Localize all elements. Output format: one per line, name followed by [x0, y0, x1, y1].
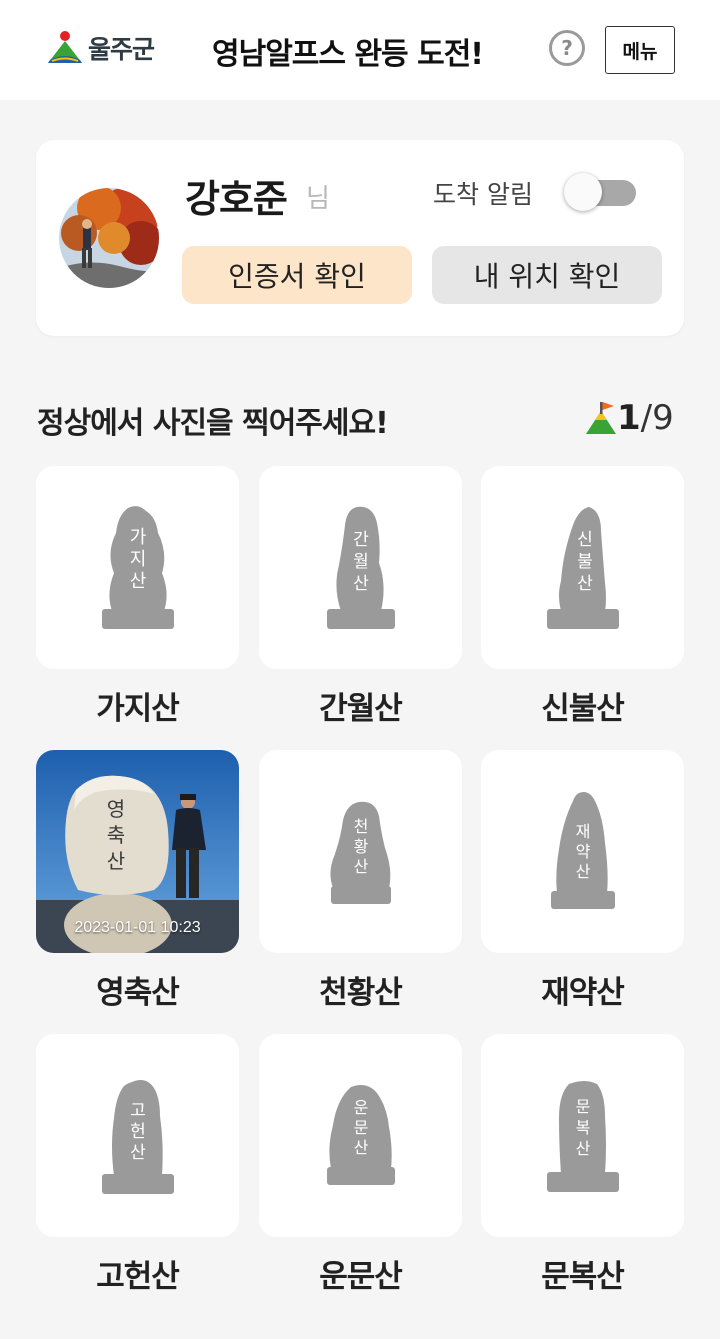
mountain-photo-tile[interactable]: 영 축 산 2023-01-01 10:23: [36, 750, 239, 953]
avatar-photo: [59, 188, 159, 288]
stone-char: 간: [353, 530, 369, 550]
summit-stone-icon: 가 지 산: [101, 505, 174, 629]
summit-stone-icon: 운 문 산: [326, 1084, 395, 1185]
stone-char: 월: [353, 552, 369, 572]
mountain-cell-unmunsan[interactable]: 운 문 산 운문산: [259, 1034, 462, 1296]
mountain-tile[interactable]: 운 문 산: [259, 1034, 462, 1237]
stone-char: 축: [107, 823, 125, 847]
stone-char: 복: [575, 1118, 590, 1137]
summit-stone-icon: 간 월 산: [326, 506, 395, 629]
mountain-name: 천황산: [319, 975, 403, 1011]
mountain-cell-ganwolsan[interactable]: 간 월 산 간월산: [259, 466, 462, 728]
mountain-cell-gajisan[interactable]: 가 지 산 가지산: [36, 466, 239, 728]
mountain-cell-cheonhwangsan[interactable]: 천 황 산 천황산: [259, 750, 462, 1012]
total-count: 9: [652, 398, 674, 438]
stone-char: 산: [107, 849, 125, 873]
certificate-button[interactable]: 인증서 확인: [182, 246, 412, 304]
stone-char: 산: [575, 1139, 590, 1158]
mountain-tile[interactable]: 고 헌 산: [36, 1034, 239, 1237]
mountain-name: 신불산: [541, 691, 625, 727]
mountain-cell-sinbulsan[interactable]: 신 불 산 신불산: [481, 466, 684, 728]
arrival-alert-toggle[interactable]: [564, 173, 636, 211]
stone-char: 신: [577, 530, 593, 550]
photo-timestamp: 2023-01-01 10:23: [74, 919, 201, 936]
mountain-name: 고헌산: [96, 1259, 180, 1295]
stone-char: 산: [577, 574, 593, 594]
stone-char: 산: [353, 574, 369, 594]
mountain-name: 문복산: [541, 1259, 625, 1295]
mountain-tile[interactable]: 간 월 산: [259, 466, 462, 669]
completed-count: 1: [617, 398, 641, 438]
menu-button[interactable]: 메뉴: [605, 26, 675, 74]
ulju-logo[interactable]: 울주군: [46, 30, 155, 66]
completion-progress: 1/9: [585, 398, 674, 438]
mountain-grid: 가 지 산 가지산 간 월 산 간월산 신 불 산 신불산 영 축 산 2023…: [36, 466, 684, 1316]
app-header: 울주군 영남알프스 완등 도전! ? 메뉴: [0, 0, 720, 100]
user-name: 강호준: [185, 177, 288, 221]
stone-char: 가: [129, 527, 146, 548]
stone-char: 지: [129, 549, 146, 570]
stone-char: 불: [577, 552, 593, 572]
photo-prompt: 정상에서 사진을 찍어주세요!: [37, 406, 389, 441]
help-button[interactable]: ?: [549, 30, 585, 66]
mountain-name: 가지산: [96, 691, 180, 727]
logo-text: 울주군: [88, 35, 155, 64]
mountain-name: 영축산: [96, 975, 180, 1011]
toggle-knob: [564, 173, 602, 211]
summit-flag-icon: [586, 402, 616, 434]
mountain-tile[interactable]: 문 복 산: [481, 1034, 684, 1237]
stone-char: 산: [353, 857, 368, 876]
stone-char: 재: [575, 822, 590, 841]
stone-char: 황: [353, 837, 368, 856]
summit-stone-icon: 고 헌 산: [101, 1079, 174, 1194]
stone-char: 영: [107, 797, 125, 821]
summit-stone-icon: 문 복 산: [546, 1080, 619, 1192]
ulju-mountain-logo-icon: [48, 31, 82, 63]
stone-char: 산: [353, 1138, 368, 1157]
mountain-tile[interactable]: 신 불 산: [481, 466, 684, 669]
mountain-tile[interactable]: 재 약 산: [481, 750, 684, 953]
stone-char: 운: [353, 1098, 368, 1117]
summit-stone-icon: 신 불 산: [546, 506, 619, 629]
mountain-name: 운문산: [319, 1259, 403, 1295]
progress-separator: /: [640, 398, 653, 438]
mountain-cell-goheonsan[interactable]: 고 헌 산 고헌산: [36, 1034, 239, 1296]
question-circle-icon: ?: [561, 36, 573, 60]
mountain-tile[interactable]: 가 지 산: [36, 466, 239, 669]
stone-char: 산: [129, 571, 146, 592]
mountain-name: 재약산: [541, 975, 625, 1011]
profile-card: 강호준 님 도착 알림 인증서 확인 내 위치 확인: [36, 140, 684, 336]
mountain-cell-jaeyaksan[interactable]: 재 약 산 재약산: [481, 750, 684, 1012]
mountain-cell-yeongchuksan[interactable]: 영 축 산 2023-01-01 10:23 영축산: [36, 750, 239, 1012]
arrival-alert-label: 도착 알림: [433, 180, 533, 209]
stone-char: 약: [575, 842, 590, 861]
stone-char: 산: [130, 1143, 146, 1163]
stone-char: 산: [575, 862, 590, 881]
stone-char: 헌: [130, 1122, 146, 1142]
page-title: 영남알프스 완등 도전!: [212, 37, 484, 72]
stone-char: 고: [130, 1101, 146, 1121]
stone-char: 천: [353, 817, 368, 836]
avatar[interactable]: [59, 188, 159, 288]
user-name-suffix: 님: [306, 184, 330, 214]
summit-stone-icon: 천 황 산: [329, 801, 391, 904]
mountain-name: 간월산: [319, 691, 403, 727]
mountain-tile[interactable]: 천 황 산: [259, 750, 462, 953]
my-location-button[interactable]: 내 위치 확인: [432, 246, 662, 304]
stone-char: 문: [575, 1097, 590, 1116]
stone-char: 문: [353, 1118, 368, 1137]
mountain-cell-munboksan[interactable]: 문 복 산 문복산: [481, 1034, 684, 1296]
summit-stone-icon: 재 약 산: [550, 791, 615, 909]
